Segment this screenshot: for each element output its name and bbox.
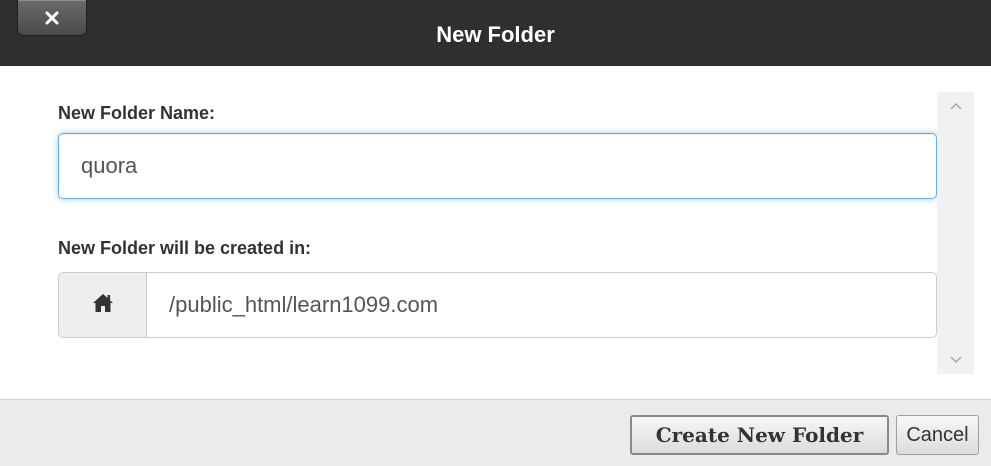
location-addon [59,273,147,337]
location-field: /public_html/learn1099.com [58,272,937,338]
dialog-title: New Folder [436,22,555,47]
chevron-down-icon [949,351,962,369]
close-button[interactable] [17,0,87,36]
chevron-up-icon [949,97,962,115]
folder-name-input[interactable] [58,133,937,199]
close-icon [45,11,59,25]
dialog-footer: Create New Folder Cancel [0,399,991,466]
home-icon [92,293,114,318]
new-folder-dialog: New Folder New Folder Name: New Folder w… [0,0,991,466]
folder-name-label: New Folder Name: [58,103,216,123]
location-label: New Folder will be created in: [58,238,312,258]
dialog-body: New Folder Name: New Folder will be crea… [0,66,991,399]
scroll-up-button[interactable] [937,92,974,120]
create-folder-button[interactable]: Create New Folder [630,415,889,455]
vertical-scrollbar[interactable] [937,92,974,374]
dialog-titlebar: New Folder [0,0,991,66]
location-path: /public_html/learn1099.com [169,292,439,317]
cancel-button[interactable]: Cancel [896,415,979,455]
scroll-down-button[interactable] [937,346,974,374]
